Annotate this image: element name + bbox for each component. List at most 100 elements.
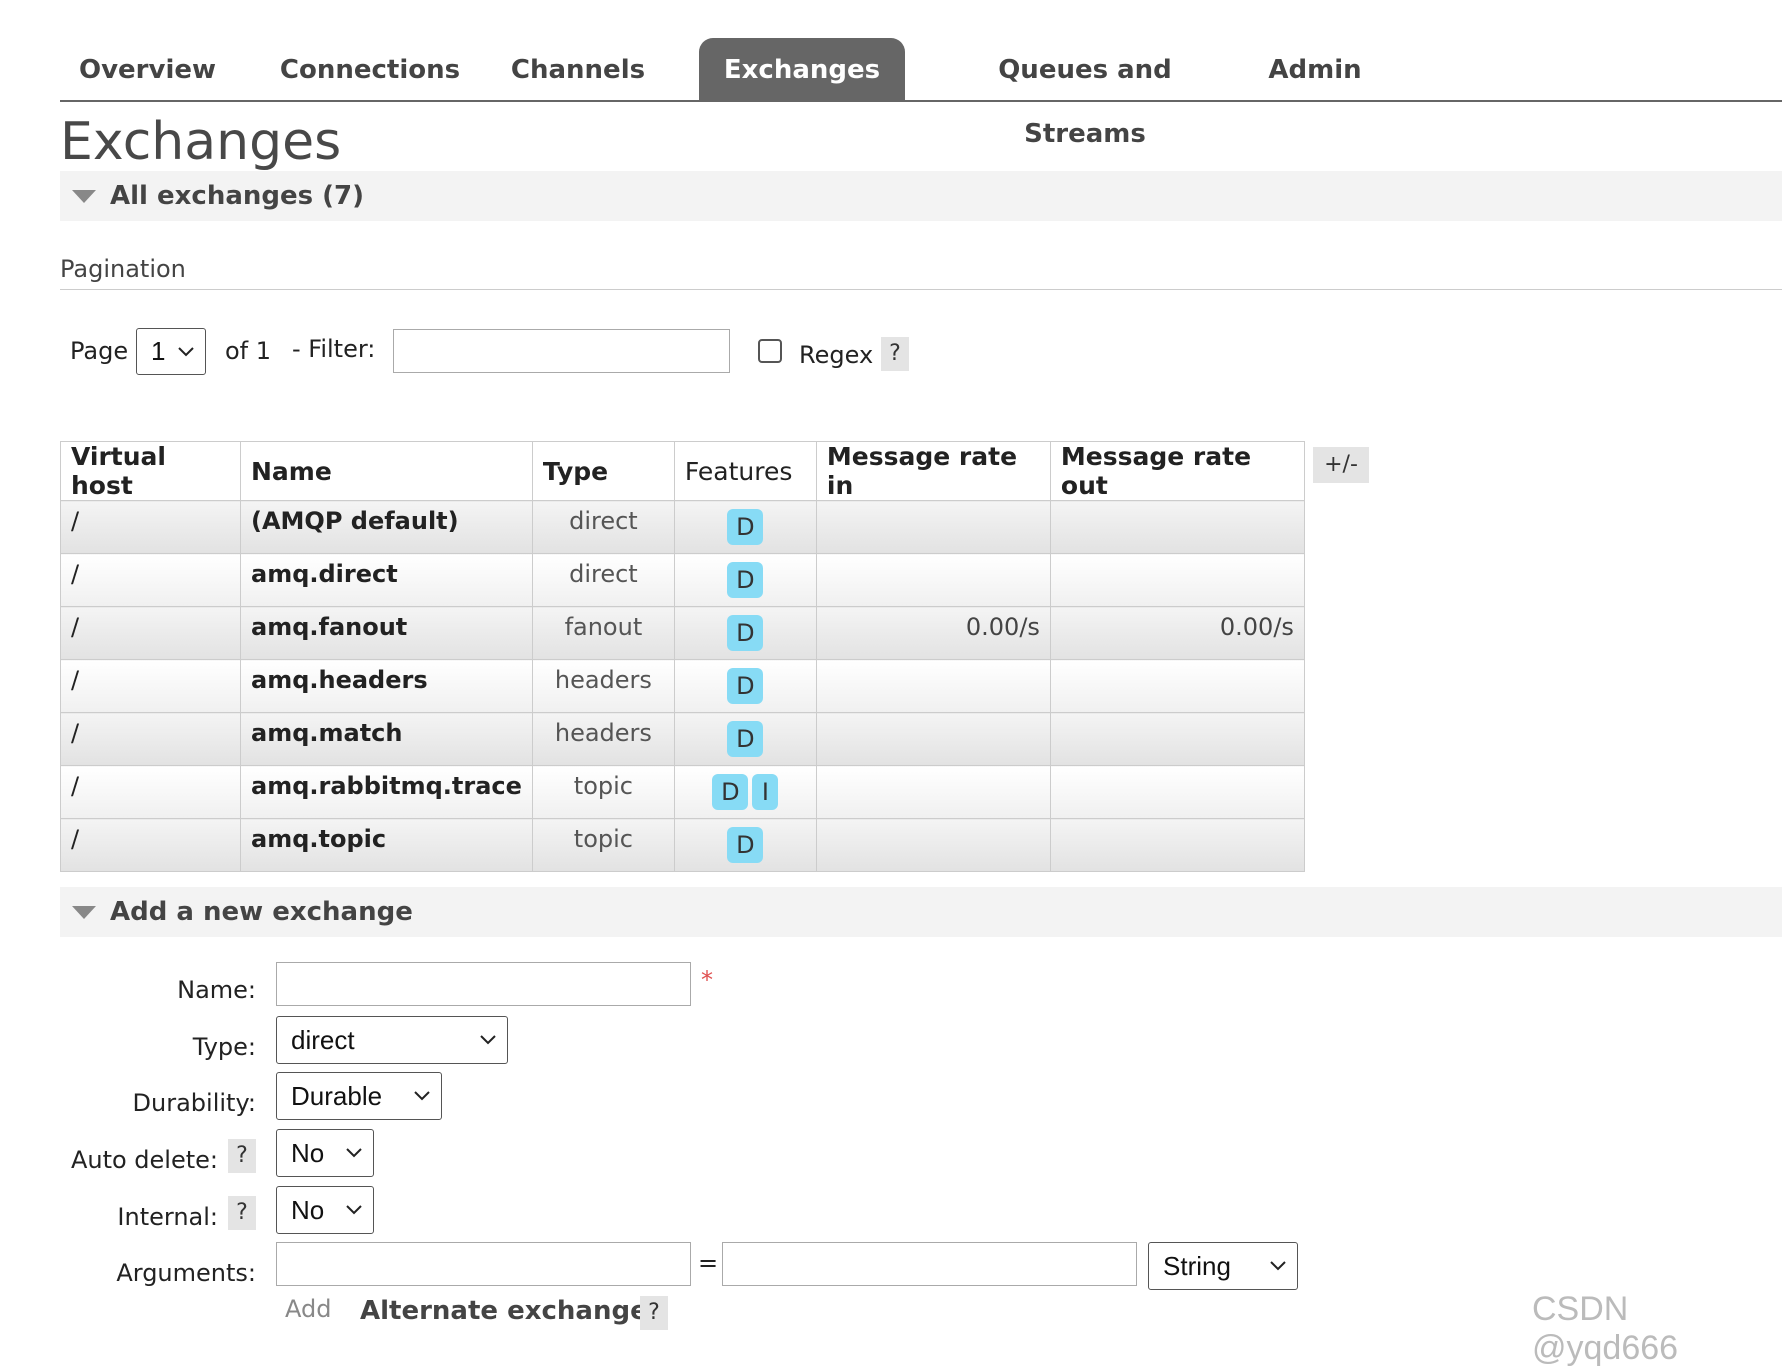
cell-rate-in	[815, 553, 1051, 607]
table-row: / amq.rabbitmq.trace topic DI	[60, 765, 1305, 819]
cell-features: D	[673, 712, 817, 766]
auto-delete-value: No	[291, 1138, 325, 1168]
table-header-row: Virtual host Name Type Features Message …	[60, 441, 1305, 501]
internal-label: Internal:	[117, 1203, 218, 1231]
durability-value: Durable	[291, 1081, 383, 1111]
feature-badge-durable: D	[712, 774, 749, 810]
chevron-down-icon	[414, 1091, 430, 1101]
feature-badge-durable: D	[727, 827, 764, 863]
exchange-name-link[interactable]: amq.rabbitmq.trace	[240, 765, 533, 819]
page-label: Page	[70, 337, 129, 365]
toggle-columns-button[interactable]: +/-	[1313, 447, 1369, 483]
page-of-label: of 1	[225, 337, 272, 365]
tab-connections[interactable]: Connections	[270, 38, 470, 100]
internal-value: No	[291, 1195, 325, 1225]
watermark: CSDN @yqd666	[1532, 1290, 1679, 1367]
column-virtual-host[interactable]: Virtual host	[60, 441, 241, 501]
pagination-title: Pagination	[60, 255, 186, 283]
feature-badge-durable: D	[727, 668, 764, 704]
cell-rate-in	[815, 500, 1051, 554]
alternate-exchange-link[interactable]: Alternate exchange	[360, 1296, 648, 1326]
table-row: / (AMQP default) direct D	[60, 500, 1305, 554]
auto-delete-label: Auto delete:	[70, 1146, 218, 1174]
table-row: / amq.topic topic D	[60, 818, 1305, 872]
cell-rate-out	[1049, 765, 1305, 819]
chevron-down-icon	[1270, 1261, 1286, 1271]
tab-channels[interactable]: Channels	[498, 38, 658, 100]
column-type[interactable]: Type	[531, 441, 675, 501]
exchange-name-link[interactable]: amq.topic	[240, 818, 533, 872]
cell-vhost: /	[60, 818, 241, 872]
feature-badge-durable: D	[727, 721, 764, 757]
cell-rate-in: 0.00/s	[815, 606, 1051, 660]
auto-delete-help-button[interactable]: ?	[228, 1139, 256, 1173]
durability-select[interactable]: Durable	[276, 1072, 442, 1120]
exchange-name-link[interactable]: amq.headers	[240, 659, 533, 713]
cell-features: DI	[673, 765, 817, 819]
page-select-value: 1	[151, 336, 166, 366]
add-exchange-section-header[interactable]: Add a new exchange	[60, 887, 1782, 937]
regex-label: Regex	[799, 341, 874, 369]
nav-tabs: Overview Connections Channels Exchanges …	[60, 38, 1782, 149]
chevron-down-icon	[346, 1148, 362, 1158]
arguments-label: Arguments:	[116, 1259, 256, 1287]
filter-label: - Filter:	[292, 335, 376, 363]
cell-rate-in	[815, 712, 1051, 766]
regex-help-button[interactable]: ?	[881, 337, 909, 371]
exchange-name-link[interactable]: amq.fanout	[240, 606, 533, 660]
tab-admin[interactable]: Admin	[1260, 38, 1370, 100]
cell-rate-in	[815, 818, 1051, 872]
cell-rate-in	[815, 659, 1051, 713]
durability-label: Durability:	[132, 1089, 256, 1117]
cell-type: topic	[531, 765, 675, 819]
tab-overview[interactable]: Overview	[60, 38, 235, 100]
exchange-name-link[interactable]: amq.direct	[240, 553, 533, 607]
exchange-type-select[interactable]: direct	[276, 1016, 508, 1064]
chevron-down-icon	[346, 1205, 362, 1215]
exchange-name-input[interactable]	[276, 962, 691, 1006]
argument-key-input[interactable]	[276, 1242, 691, 1286]
page-select[interactable]: 1	[136, 328, 206, 375]
regex-checkbox[interactable]	[758, 339, 782, 363]
all-exchanges-section-header[interactable]: All exchanges (7)	[60, 171, 1782, 221]
cell-type: headers	[531, 712, 675, 766]
cell-vhost: /	[60, 500, 241, 554]
tab-exchanges[interactable]: Exchanges	[699, 38, 905, 100]
collapse-triangle-icon	[72, 906, 96, 919]
name-label: Name:	[177, 976, 256, 1004]
cell-type: fanout	[531, 606, 675, 660]
cell-features: D	[673, 606, 817, 660]
cell-vhost: /	[60, 712, 241, 766]
cell-vhost: /	[60, 765, 241, 819]
internal-select[interactable]: No	[276, 1186, 374, 1234]
cell-features: D	[673, 659, 817, 713]
column-name[interactable]: Name	[240, 441, 533, 501]
add-argument-link[interactable]: Add	[285, 1295, 331, 1323]
filter-input[interactable]	[393, 329, 730, 373]
exchange-name-link[interactable]: (AMQP default)	[240, 500, 533, 554]
table-row: / amq.match headers D	[60, 712, 1305, 766]
alternate-exchange-help-button[interactable]: ?	[640, 1296, 668, 1330]
tab-queues-and-streams[interactable]: Queues and Streams	[940, 38, 1230, 149]
column-message-rate-in[interactable]: Message rate in	[815, 441, 1051, 501]
exchange-name-link[interactable]: amq.match	[240, 712, 533, 766]
argument-type-value: String	[1163, 1251, 1231, 1281]
argument-value-input[interactable]	[722, 1242, 1137, 1286]
internal-help-button[interactable]: ?	[228, 1196, 256, 1230]
cell-rate-out	[1049, 659, 1305, 713]
chevron-down-icon	[178, 346, 194, 356]
argument-type-select[interactable]: String	[1148, 1242, 1298, 1290]
cell-rate-in	[815, 765, 1051, 819]
cell-rate-out	[1049, 553, 1305, 607]
column-message-rate-out[interactable]: Message rate out	[1049, 441, 1305, 501]
all-exchanges-label: All exchanges (7)	[110, 181, 365, 211]
column-features: Features	[673, 441, 817, 501]
cell-features: D	[673, 500, 817, 554]
cell-type: direct	[531, 500, 675, 554]
cell-features: D	[673, 818, 817, 872]
table-row: / amq.direct direct D	[60, 553, 1305, 607]
auto-delete-select[interactable]: No	[276, 1129, 374, 1177]
table-row: / amq.headers headers D	[60, 659, 1305, 713]
cell-vhost: /	[60, 606, 241, 660]
feature-badge-durable: D	[727, 509, 764, 545]
